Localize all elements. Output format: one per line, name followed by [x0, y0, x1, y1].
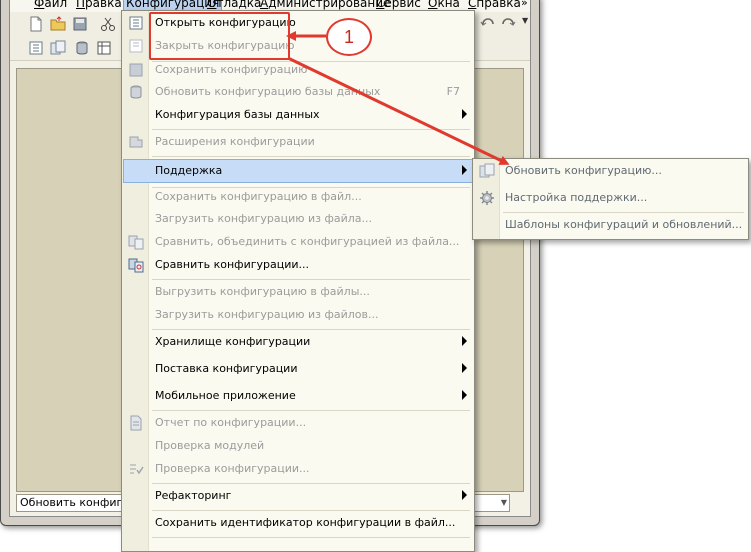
- callout-number-badge: 1: [326, 18, 372, 56]
- annotation-arrows: [286, 31, 510, 165]
- callout-arrow-to-submenu: [287, 56, 510, 165]
